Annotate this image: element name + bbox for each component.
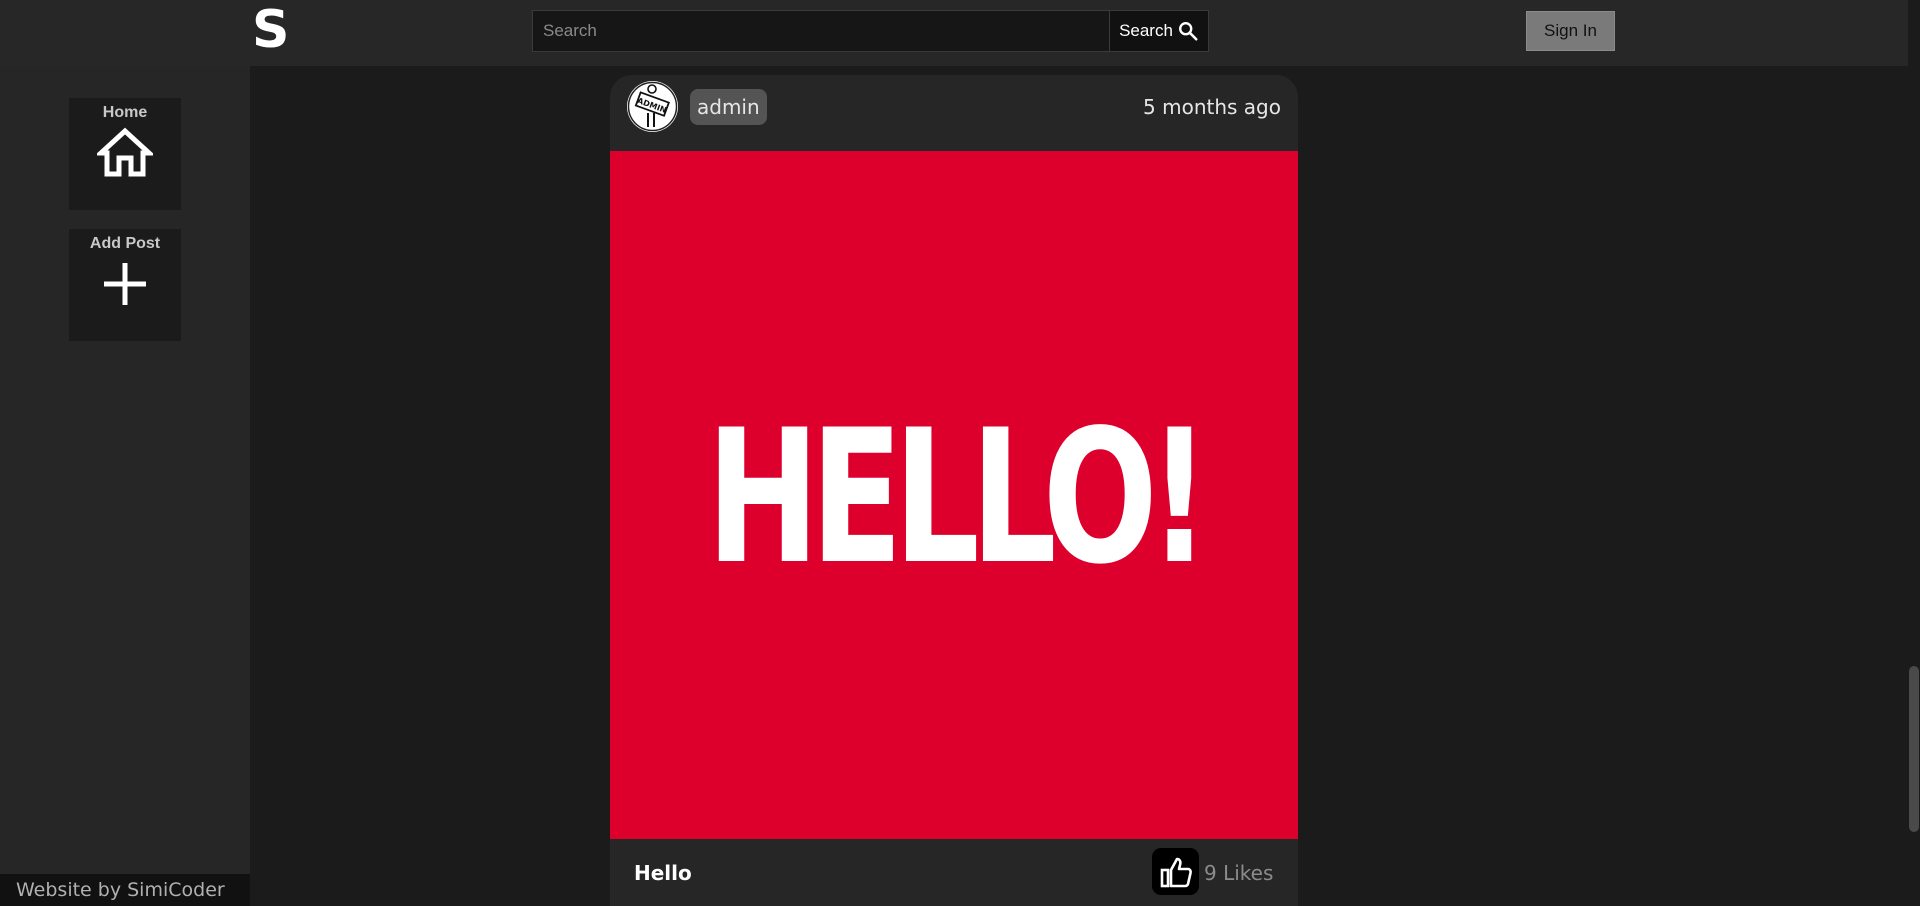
scrollbar-thumb[interactable] — [1909, 666, 1919, 832]
sign-in-button[interactable]: Sign In — [1526, 11, 1615, 51]
top-navbar: S Search Sign In — [0, 0, 1908, 66]
sidebar-item-add-post[interactable]: Add Post — [69, 229, 181, 341]
site-logo[interactable]: S — [252, 2, 289, 58]
avatar[interactable]: ADMIN — [627, 81, 678, 132]
search-bar: Search — [532, 10, 1209, 52]
post-username[interactable]: admin — [690, 89, 767, 125]
likes-count: 9 Likes — [1204, 861, 1274, 885]
search-icon — [1178, 22, 1198, 41]
post-image-text: HELLO! — [706, 390, 1211, 605]
post-card: ADMIN admin 5 months ago HELLO! Hello 9 … — [610, 75, 1298, 906]
like-button[interactable] — [1152, 848, 1199, 895]
home-icon — [97, 127, 153, 177]
sidebar-item-home[interactable]: Home — [69, 98, 181, 210]
post-footer: Hello 9 Likes — [610, 839, 1298, 906]
sidebar: Home Add Post — [0, 66, 250, 906]
search-button[interactable]: Search — [1110, 11, 1208, 51]
search-button-label: Search — [1119, 21, 1173, 40]
post-image[interactable]: HELLO! — [610, 151, 1298, 839]
admin-avatar-icon: ADMIN — [627, 81, 678, 132]
plus-icon — [104, 263, 146, 305]
post-header: ADMIN admin 5 months ago — [610, 75, 1298, 151]
sidebar-item-label: Add Post — [89, 235, 161, 252]
post-title: Hello — [634, 861, 692, 885]
search-input[interactable] — [533, 11, 1110, 51]
thumbs-up-icon — [1160, 857, 1192, 887]
sidebar-item-label: Home — [102, 104, 148, 121]
post-timestamp: 5 months ago — [1143, 95, 1281, 119]
footer-credit: Website by SimiCoder — [0, 874, 250, 906]
